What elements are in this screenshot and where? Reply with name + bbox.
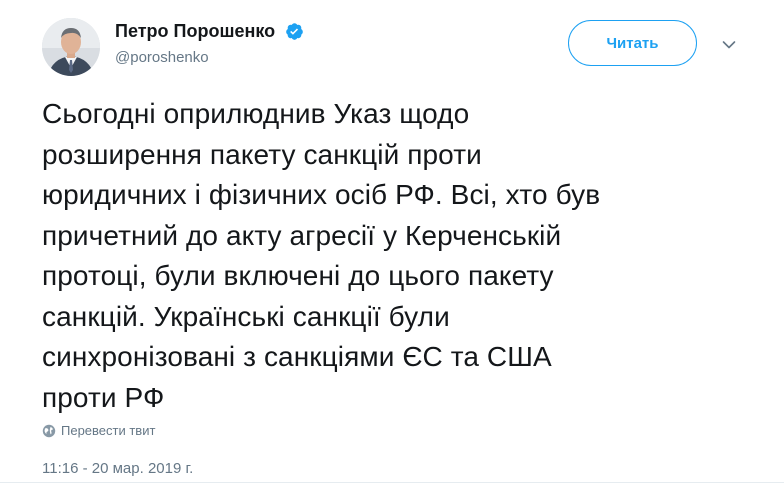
avatar-image (42, 18, 100, 76)
follow-button[interactable]: Читать (568, 20, 697, 66)
translate-link[interactable]: Перевести твит (42, 422, 155, 440)
globe-icon (42, 424, 56, 437)
avatar[interactable] (42, 18, 100, 76)
author-display-name[interactable]: Петро Порошенко (115, 20, 275, 42)
chevron-down-icon[interactable] (722, 40, 736, 50)
author-handle[interactable]: @poroshenko (115, 48, 304, 68)
verified-badge-icon (285, 22, 303, 40)
translate-label: Перевести твит (61, 423, 156, 438)
tweet-timestamp[interactable]: 11:16 - 20 мар. 2019 г. (42, 459, 193, 479)
tweet-text: Сьогодні оприлюднив Указ щодо розширення… (42, 98, 601, 413)
tweet-card: Петро Порошенко @poroshenko Читать Сього… (0, 0, 784, 483)
author-block: Петро Порошенко @poroshenko (115, 20, 304, 68)
